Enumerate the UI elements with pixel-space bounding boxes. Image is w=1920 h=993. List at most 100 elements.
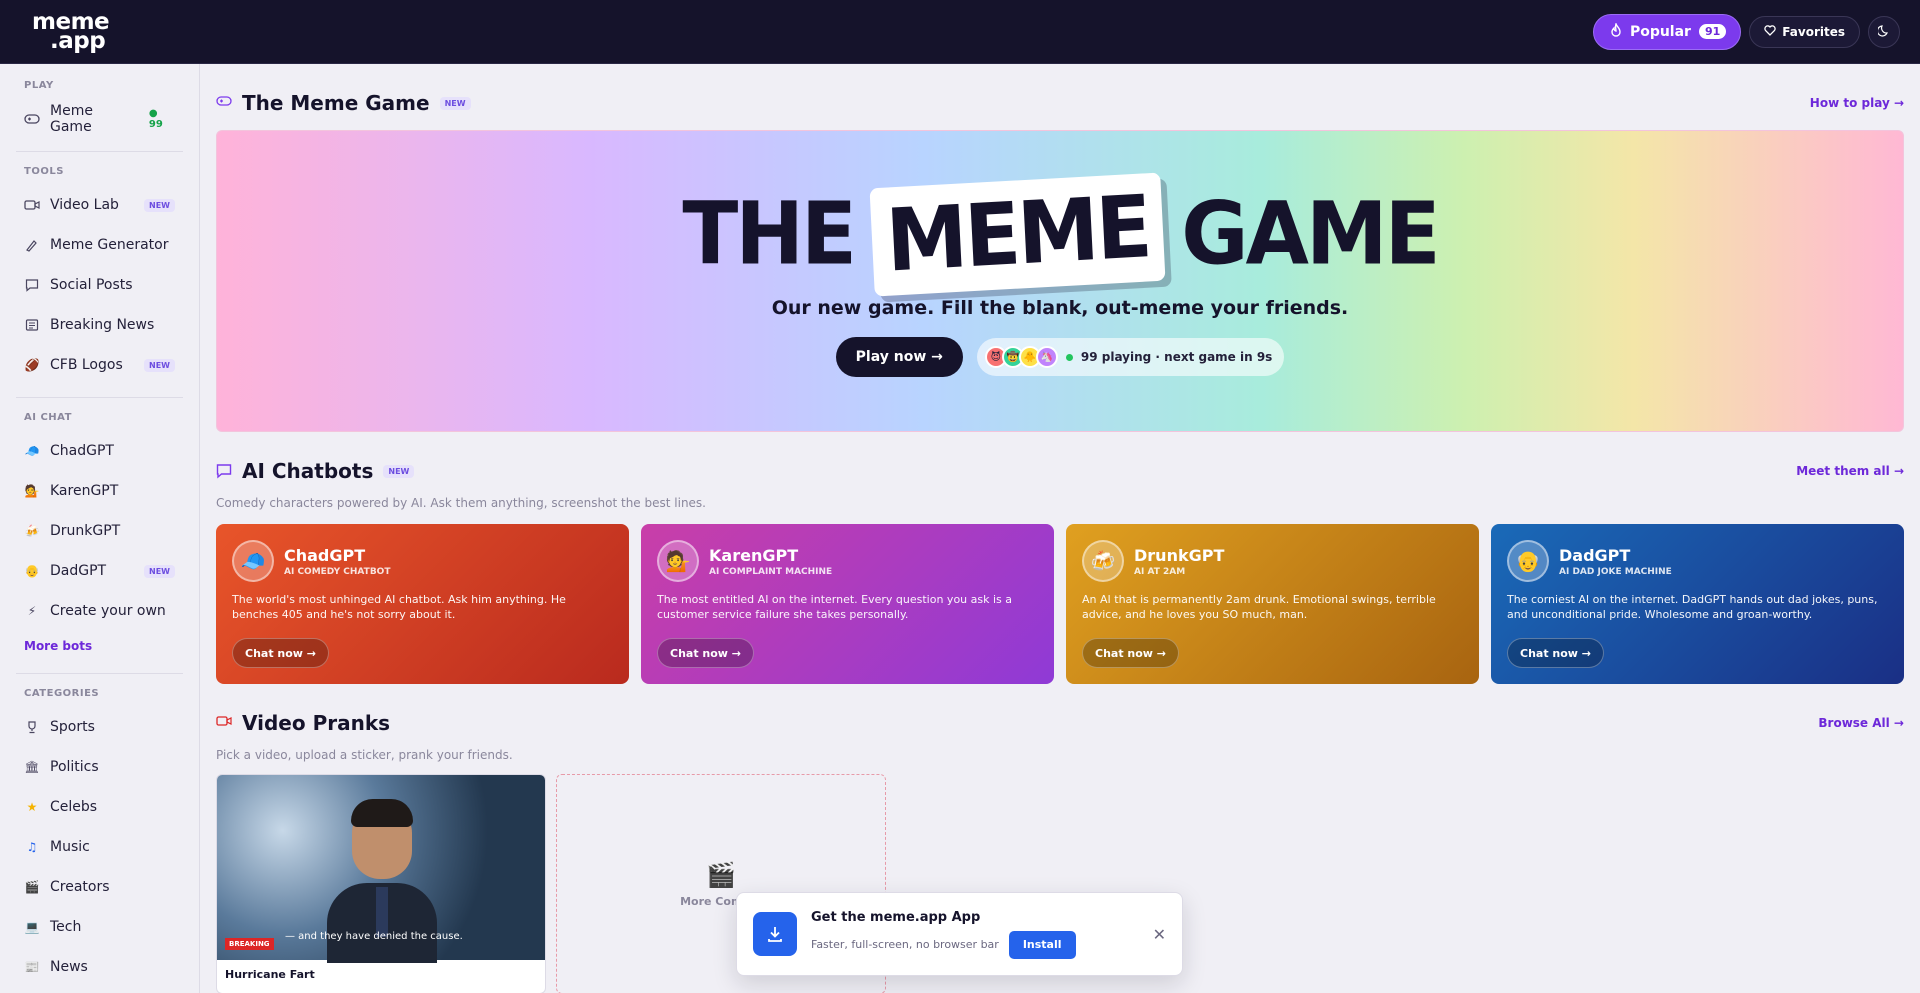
- clapper-icon: 🎬: [24, 880, 40, 894]
- new-badge: NEW: [144, 358, 175, 372]
- clapper-icon: 🎬: [706, 860, 736, 889]
- chatbot-name: ChadGPT: [284, 545, 366, 565]
- chatbot-card-dadgpt[interactable]: 👴 DadGPT AI DAD JOKE MACHINE The cornies…: [1491, 524, 1904, 684]
- chatbot-card-karengpt[interactable]: 💁 KarenGPT AI COMPLAINT MACHINE The most…: [641, 524, 1054, 684]
- meet-them-all-link[interactable]: Meet them all →: [1796, 464, 1904, 478]
- install-title: Get the meme.app App: [811, 909, 981, 925]
- hero-title-meme: MEME: [869, 172, 1166, 297]
- sidebar-item-label: Sports: [50, 719, 95, 735]
- sidebar-section-tools: TOOLS: [24, 166, 64, 177]
- main-content: The Meme Game NEW How to play → THE MEME…: [216, 64, 1904, 993]
- popular-button[interactable]: Popular 91: [1592, 13, 1742, 50]
- meme-game-hero[interactable]: THE MEME GAME Our new game. Fill the bla…: [216, 130, 1904, 432]
- sidebar-item-sports[interactable]: Sports: [16, 707, 183, 747]
- sidebar-item-meme-generator[interactable]: Meme Generator: [16, 225, 183, 265]
- sidebar-item-label: Music: [50, 839, 90, 855]
- dad-icon: 👴: [24, 564, 40, 578]
- beer-icon: 🍻: [24, 524, 40, 538]
- sidebar-item-celebs[interactable]: ★ Celebs: [16, 787, 183, 827]
- sidebar-item-video-lab[interactable]: Video Lab NEW: [16, 185, 183, 225]
- new-badge: NEW: [383, 464, 415, 478]
- chatbot-card-header: 🧢 ChadGPT AI COMEDY CHATBOT: [232, 540, 613, 582]
- sidebar-item-drunkgpt[interactable]: 🍻 DrunkGPT: [16, 511, 183, 551]
- chat-now-button[interactable]: Chat now →: [1507, 638, 1605, 668]
- chat-bubble-icon: [24, 277, 40, 293]
- brush-icon: [24, 237, 40, 253]
- chatbot-role: AI COMEDY CHATBOT: [284, 566, 391, 577]
- new-badge: NEW: [144, 198, 175, 212]
- sidebar-item-cfb-logos[interactable]: 🏈 CFB Logos NEW: [16, 345, 183, 385]
- sidebar-item-creators[interactable]: 🎬 Creators: [16, 867, 183, 907]
- browse-all-link[interactable]: Browse All →: [1818, 716, 1904, 730]
- more-bots-link[interactable]: More bots: [16, 631, 183, 661]
- play-now-button[interactable]: Play now →: [835, 337, 963, 377]
- chatbot-card-chadgpt[interactable]: 🧢 ChadGPT AI COMEDY CHATBOT The world's …: [216, 524, 629, 684]
- cap-icon: 🧢: [232, 540, 274, 582]
- sidebar-item-label: DrunkGPT: [50, 523, 121, 539]
- sidebar-item-meme-game[interactable]: Meme Game ● 99: [16, 99, 183, 139]
- chatbot-card-drunkgpt[interactable]: 🍻 DrunkGPT AI AT 2AM An AI that is perma…: [1066, 524, 1479, 684]
- sidebar-item-breaking-news[interactable]: Breaking News: [16, 305, 183, 345]
- breaking-badge: BREAKING: [225, 938, 274, 950]
- newspaper-icon: 📰: [24, 960, 40, 974]
- trophy-icon: [24, 719, 40, 735]
- divider: [16, 151, 183, 152]
- music-icon: ♫: [26, 840, 38, 854]
- sidebar-item-label: Celebs: [50, 799, 98, 815]
- install-app-popup: Get the meme.app App Faster, full-screen…: [736, 892, 1183, 976]
- theme-toggle-button[interactable]: [1868, 15, 1900, 48]
- install-button[interactable]: Install: [1008, 930, 1076, 959]
- chatbot-cards: 🧢 ChadGPT AI COMEDY CHATBOT The world's …: [216, 524, 1904, 684]
- sidebar-item-tech[interactable]: 💻 Tech: [16, 907, 183, 947]
- popular-count-badge: 91: [1698, 24, 1727, 39]
- newspaper-icon: [24, 317, 40, 333]
- star-icon: ★: [26, 800, 38, 814]
- how-to-play-link[interactable]: How to play →: [1810, 96, 1904, 110]
- video-icon: [216, 715, 232, 731]
- sidebar-item-politics[interactable]: 🏛 Politics: [16, 747, 183, 787]
- chat-now-button[interactable]: Chat now →: [1082, 638, 1180, 668]
- section-title: Video Pranks: [242, 711, 391, 735]
- popular-label: Popular: [1629, 23, 1691, 40]
- sidebar-item-create-your-own[interactable]: ⚡ Create your own: [16, 591, 183, 631]
- favorites-button[interactable]: Favorites: [1749, 15, 1860, 48]
- chat-now-button[interactable]: Chat now →: [657, 638, 755, 668]
- hero-subtitle: Our new game. Fill the blank, out-meme y…: [771, 297, 1349, 319]
- laptop-icon: 💻: [24, 920, 40, 934]
- karen-icon: 💁: [657, 540, 699, 582]
- sidebar-item-chadgpt[interactable]: 🧢 ChadGPT: [16, 431, 183, 471]
- chatbot-name: KarenGPT: [709, 545, 799, 565]
- chat-now-button[interactable]: Chat now →: [232, 638, 330, 668]
- hero-title-the: THE: [682, 184, 857, 285]
- logo[interactable]: meme .app: [32, 10, 110, 52]
- section-title: AI Chatbots: [242, 459, 374, 483]
- video-card[interactable]: BREAKING — and they have denied the caus…: [216, 774, 546, 993]
- karen-icon: 💁: [24, 484, 40, 498]
- download-icon: [753, 912, 797, 956]
- sidebar-item-label: ChadGPT: [50, 443, 114, 459]
- new-badge: NEW: [144, 564, 175, 578]
- sidebar-item-dadgpt[interactable]: 👴 DadGPT NEW: [16, 551, 183, 591]
- sidebar-item-label: Meme Game: [50, 103, 93, 135]
- sidebar-item-news[interactable]: 📰 News: [16, 947, 183, 987]
- sidebar-item-label: Breaking News: [50, 317, 155, 333]
- sidebar-section-play: PLAY: [24, 80, 54, 91]
- sidebar-item-label: Tech: [50, 919, 82, 935]
- live-dot: [1065, 353, 1073, 361]
- chatbot-description: The world's most unhinged AI chatbot. As…: [232, 593, 566, 621]
- sidebar-item-music[interactable]: ♫ Music: [16, 827, 183, 867]
- chatbot-role: AI DAD JOKE MACHINE: [1559, 566, 1672, 577]
- players-status-text: 99 playing · next game in 9s: [1080, 350, 1273, 364]
- close-icon[interactable]: ✕: [1153, 925, 1166, 944]
- hero-title: THE MEME GAME: [217, 172, 1903, 297]
- sidebar-item-social-posts[interactable]: Social Posts: [16, 265, 183, 305]
- sidebar-section-categories: CATEGORIES: [24, 688, 100, 699]
- sidebar-item-label: Politics: [50, 759, 99, 775]
- video-icon: [24, 197, 40, 213]
- sidebar-item-karengpt[interactable]: 💁 KarenGPT: [16, 471, 183, 511]
- chatbot-card-header: 👴 DadGPT AI DAD JOKE MACHINE: [1507, 540, 1888, 582]
- new-badge: NEW: [439, 96, 471, 110]
- sidebar-item-label: Video Lab: [50, 197, 119, 213]
- bolt-icon: ⚡: [27, 604, 37, 618]
- gamepad-icon: [216, 95, 232, 111]
